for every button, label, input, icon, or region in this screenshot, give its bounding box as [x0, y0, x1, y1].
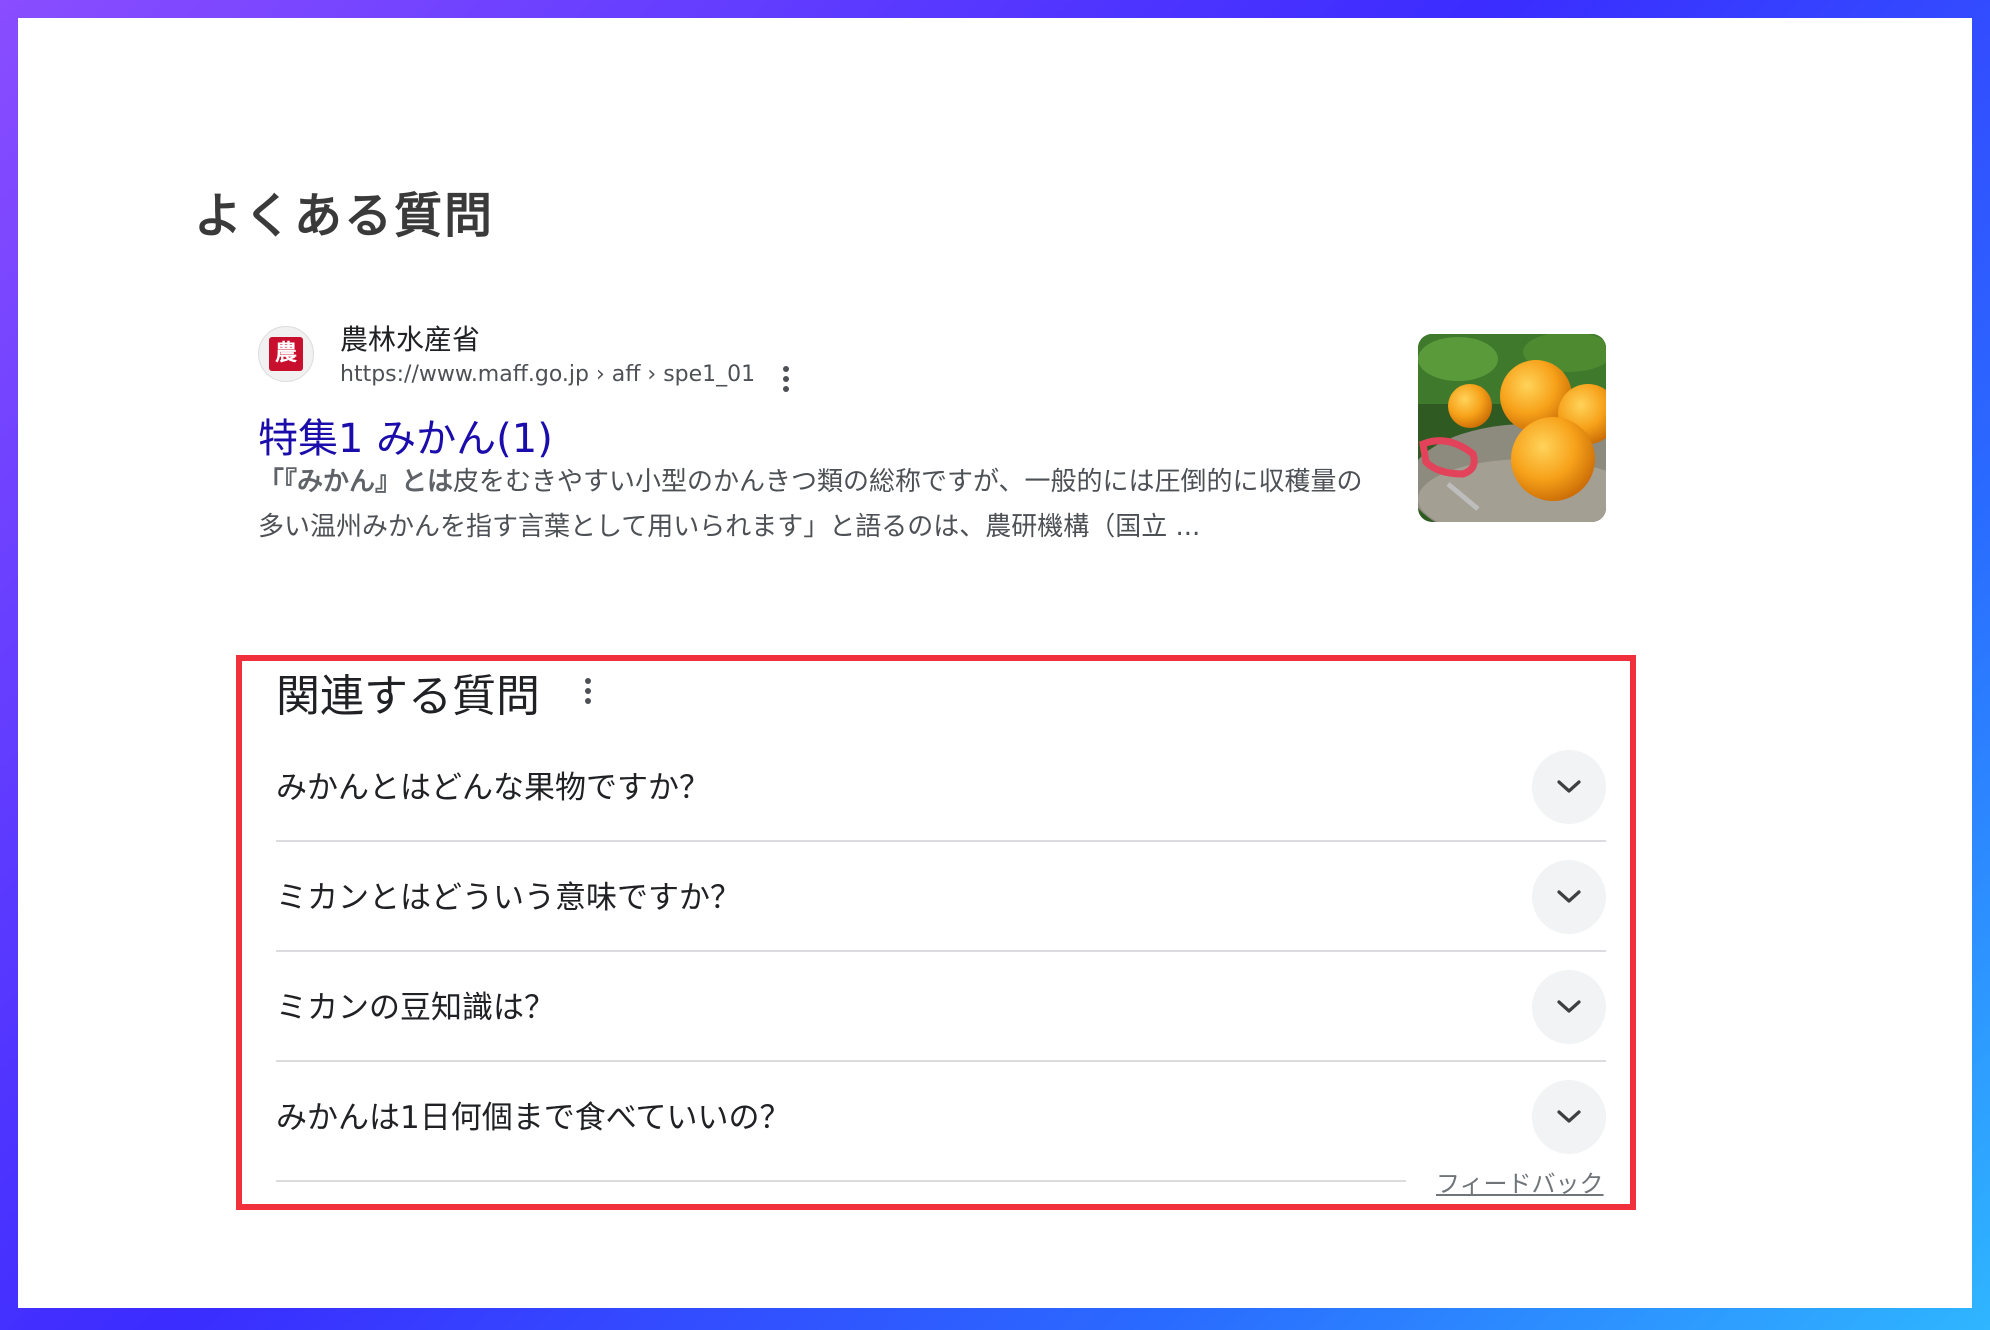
question-text: ミカンの豆知識は？ [276, 990, 555, 1026]
related-questions-title: 関連する質問 [276, 671, 540, 722]
question-text: みかんは1日何個まで食べていいの？ [276, 1100, 791, 1136]
chevron-down-icon [1557, 890, 1581, 903]
site-name[interactable]: 農林水産省 [340, 318, 480, 358]
related-question-item[interactable]: ミカンとはどういう意味ですか？ [276, 842, 1606, 952]
expand-button[interactable] [1532, 750, 1606, 824]
snippet-highlight: 「『みかん』とは [258, 467, 454, 497]
related-question-item[interactable]: みかんとはどんな果物ですか？ [276, 732, 1606, 842]
related-questions-list: みかんとはどんな果物ですか？ ミカンとはどういう意味ですか？ ミカンの豆知識は？… [276, 732, 1606, 1170]
more-vert-icon[interactable] [776, 366, 796, 392]
result-thumbnail[interactable] [1418, 334, 1606, 522]
question-text: みかんとはどんな果物ですか？ [276, 770, 710, 806]
expand-button[interactable] [1532, 860, 1606, 934]
related-question-item[interactable]: ミカンの豆知識は？ [276, 952, 1606, 1062]
related-question-item[interactable]: みかんは1日何個まで食べていいの？ [276, 1062, 1606, 1170]
feedback-link[interactable]: フィードバック [1436, 1164, 1604, 1199]
divider [276, 1180, 1406, 1182]
more-vert-icon[interactable] [578, 678, 598, 704]
chevron-down-icon [1557, 1110, 1581, 1123]
faq-heading: よくある質問 [194, 188, 495, 244]
favicon-logo: 農 [269, 337, 303, 371]
mandarin-oranges-image [1418, 334, 1606, 522]
expand-button[interactable] [1532, 970, 1606, 1044]
search-result: 農 農林水産省 https://www.maff.go.jp › aff › s… [258, 314, 1608, 604]
expand-button[interactable] [1532, 1080, 1606, 1154]
chevron-down-icon [1557, 780, 1581, 793]
site-url[interactable]: https://www.maff.go.jp › aff › spe1_01 [340, 362, 755, 387]
result-snippet: 「『みかん』とは皮をむきやすい小型のかんきつ類の総称ですが、一般的には圧倒的に収… [258, 460, 1368, 550]
question-text: ミカンとはどういう意味ですか？ [276, 880, 741, 916]
result-title-link[interactable]: 特集1 みかん(1) [258, 406, 553, 464]
site-favicon: 農 [258, 326, 314, 382]
chevron-down-icon [1557, 1000, 1581, 1013]
